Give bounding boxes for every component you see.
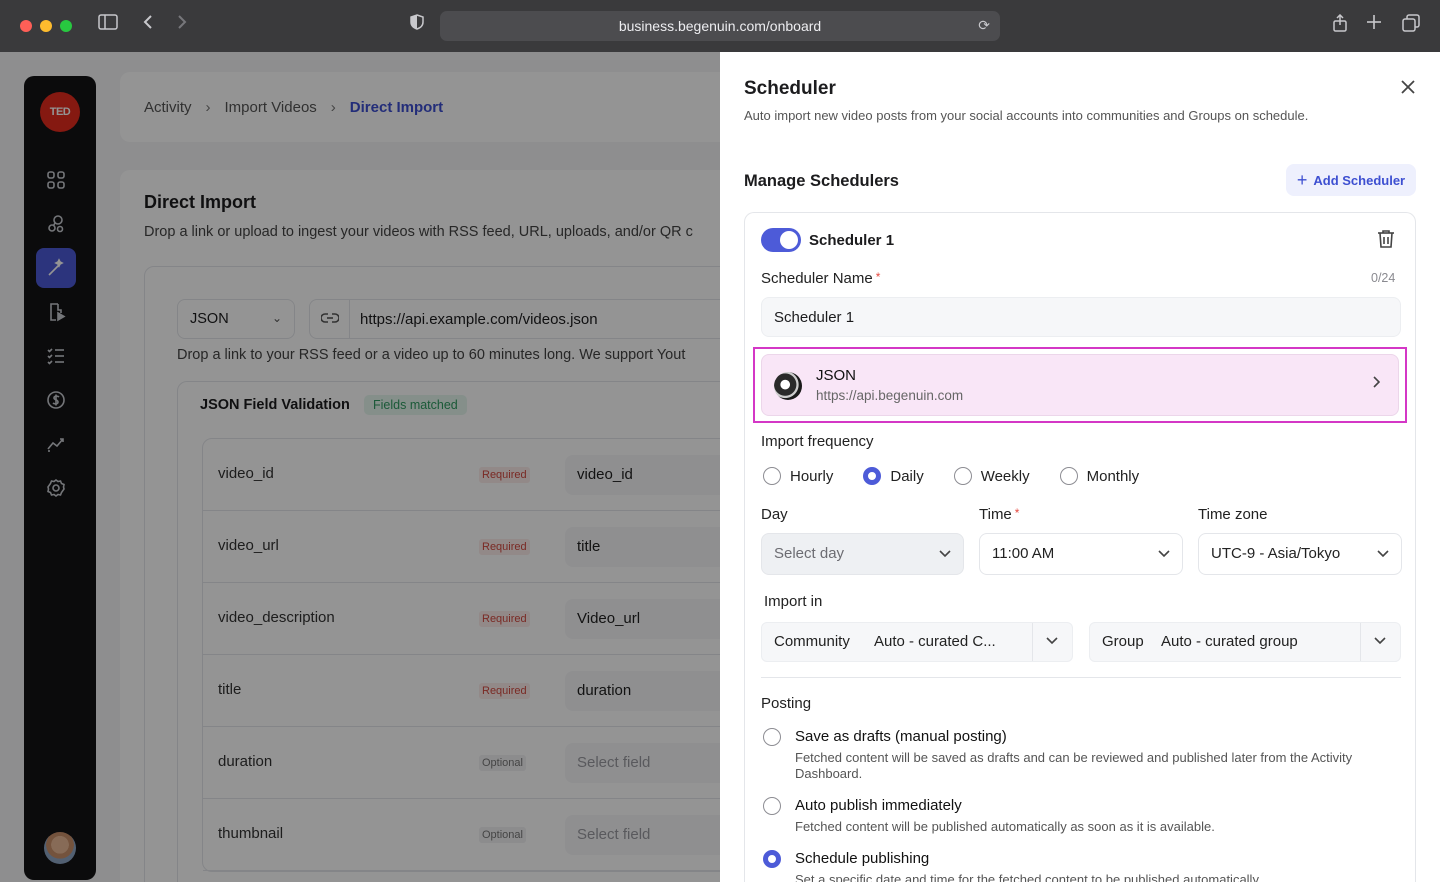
scheduler-name-input[interactable]: Scheduler 1 — [761, 297, 1401, 337]
timezone-select-value: UTC-9 - Asia/Tokyo — [1211, 545, 1341, 562]
posting-option-description: Set a specific date and time for the fet… — [795, 872, 1262, 882]
day-label: Day — [761, 506, 788, 523]
manage-schedulers-heading: Manage Schedulers — [744, 172, 899, 190]
day-select[interactable]: Select day — [761, 533, 964, 575]
source-highlight: JSON https://api.begenuin.com — [753, 347, 1407, 423]
radio-button[interactable] — [763, 728, 781, 746]
close-window-button[interactable] — [20, 20, 32, 32]
close-icon[interactable] — [1400, 76, 1416, 100]
frequency-hourly[interactable]: Hourly — [763, 467, 833, 485]
posting-option-description: Fetched content will be published automa… — [795, 819, 1215, 834]
radio-button[interactable] — [1059, 467, 1078, 485]
radio-button[interactable] — [763, 467, 781, 485]
new-tab-icon[interactable] — [1366, 14, 1382, 37]
radio-button[interactable] — [953, 467, 972, 485]
import-in-label: Import in — [764, 593, 823, 610]
required-asterisk: * — [1014, 506, 1020, 520]
posting-option-text: Auto publish immediately Fetched content… — [795, 797, 1355, 835]
address-text: business.begenuin.com/onboard — [618, 18, 822, 34]
posting-label: Posting — [761, 695, 812, 712]
share-icon[interactable] — [1332, 13, 1348, 39]
required-asterisk: * — [875, 270, 881, 284]
reload-icon[interactable]: ⟳ — [978, 17, 990, 34]
address-bar[interactable]: business.begenuin.com/onboard ⟳ — [440, 11, 1000, 41]
divider — [1360, 623, 1361, 661]
trash-icon[interactable] — [1377, 229, 1397, 251]
source-logo-icon — [774, 372, 802, 400]
scheduler-panel: Scheduler Auto import new video posts fr… — [720, 52, 1440, 882]
community-value: Auto - curated C... — [874, 633, 996, 650]
time-label: Time * — [979, 506, 1019, 523]
scheduler-name-label: Scheduler Name * — [761, 270, 880, 287]
community-label: Community — [774, 633, 850, 650]
browser-toolbar: business.begenuin.com/onboard ⟳ — [0, 0, 1440, 52]
radio-button-selected[interactable] — [863, 467, 882, 485]
minimize-window-button[interactable] — [40, 20, 52, 32]
source-name: JSON — [816, 367, 857, 384]
group-label: Group — [1102, 633, 1144, 650]
scheduler-name-label-text: Scheduler Name — [761, 270, 873, 287]
timezone-label: Time zone — [1198, 506, 1268, 523]
frequency-label: Monthly — [1086, 467, 1140, 485]
source-card[interactable]: JSON https://api.begenuin.com — [761, 354, 1399, 416]
modal-backdrop[interactable] — [0, 52, 720, 882]
scheduler-card: Scheduler 1 Scheduler Name * 0/24 Schedul… — [744, 212, 1416, 882]
posting-option-drafts[interactable]: Save as drafts (manual posting) Fetched … — [763, 728, 1355, 782]
posting-option-schedule[interactable]: Schedule publishing Set a specific date … — [763, 850, 1355, 882]
add-scheduler-label: Add Scheduler — [1313, 172, 1406, 188]
panel-title: Scheduler — [744, 78, 836, 99]
frequency-daily[interactable]: Daily — [863, 467, 924, 485]
frequency-monthly[interactable]: Monthly — [1059, 467, 1140, 485]
posting-option-text: Save as drafts (manual posting) Fetched … — [795, 728, 1355, 782]
group-select[interactable]: Group Auto - curated group — [1089, 622, 1401, 662]
chevron-down-icon — [939, 534, 951, 574]
chevron-down-icon — [1377, 534, 1389, 574]
frequency-options: Hourly Daily Weekly Monthly — [763, 467, 1139, 485]
tabs-overview-icon[interactable] — [1402, 14, 1420, 39]
posting-option-description: Fetched content will be saved as drafts … — [795, 750, 1353, 781]
radio-button[interactable] — [763, 797, 781, 815]
character-count: 0/24 — [1371, 271, 1396, 285]
group-value: Auto - curated group — [1161, 633, 1298, 650]
time-select-value: 11:00 AM — [992, 545, 1055, 562]
community-select[interactable]: Community Auto - curated C... — [761, 622, 1073, 662]
time-select[interactable]: 11:00 AM — [979, 533, 1183, 575]
import-frequency-label: Import frequency — [761, 433, 874, 450]
sidebar-toggle-icon[interactable] — [98, 14, 118, 37]
forward-icon[interactable] — [176, 14, 188, 37]
shield-icon[interactable] — [410, 14, 424, 37]
add-scheduler-button[interactable]: + Add Scheduler — [1286, 164, 1416, 196]
frequency-label: Weekly — [980, 467, 1030, 485]
frequency-weekly[interactable]: Weekly — [953, 467, 1030, 485]
radio-button-selected[interactable] — [763, 850, 781, 868]
time-label-text: Time — [979, 506, 1012, 523]
plus-icon: + — [1296, 170, 1308, 190]
day-select-value: Select day — [774, 545, 845, 562]
scheduler-title: Scheduler 1 — [809, 232, 895, 249]
panel-subtitle: Auto import new video posts from your so… — [744, 108, 1309, 123]
scheduler-enable-toggle[interactable] — [761, 228, 801, 252]
zoom-window-button[interactable] — [60, 20, 72, 32]
back-icon[interactable] — [142, 14, 154, 37]
frequency-label: Hourly — [790, 467, 834, 485]
divider — [1032, 623, 1033, 661]
posting-option-text: Schedule publishing Set a specific date … — [795, 850, 1355, 882]
source-url: https://api.begenuin.com — [816, 388, 964, 403]
divider — [761, 677, 1401, 678]
chevron-right-icon — [1372, 375, 1381, 391]
posting-option-title: Auto publish immediately — [795, 797, 962, 814]
chevron-down-icon — [1158, 534, 1170, 574]
chevron-down-icon — [1046, 633, 1058, 648]
posting-option-title: Save as drafts (manual posting) — [795, 728, 1007, 745]
chevron-down-icon — [1374, 633, 1386, 648]
timezone-select[interactable]: UTC-9 - Asia/Tokyo — [1198, 533, 1402, 575]
frequency-label: Daily — [890, 467, 924, 485]
window-controls — [20, 20, 72, 32]
posting-option-auto-publish[interactable]: Auto publish immediately Fetched content… — [763, 797, 1355, 835]
posting-option-title: Schedule publishing — [795, 850, 930, 867]
